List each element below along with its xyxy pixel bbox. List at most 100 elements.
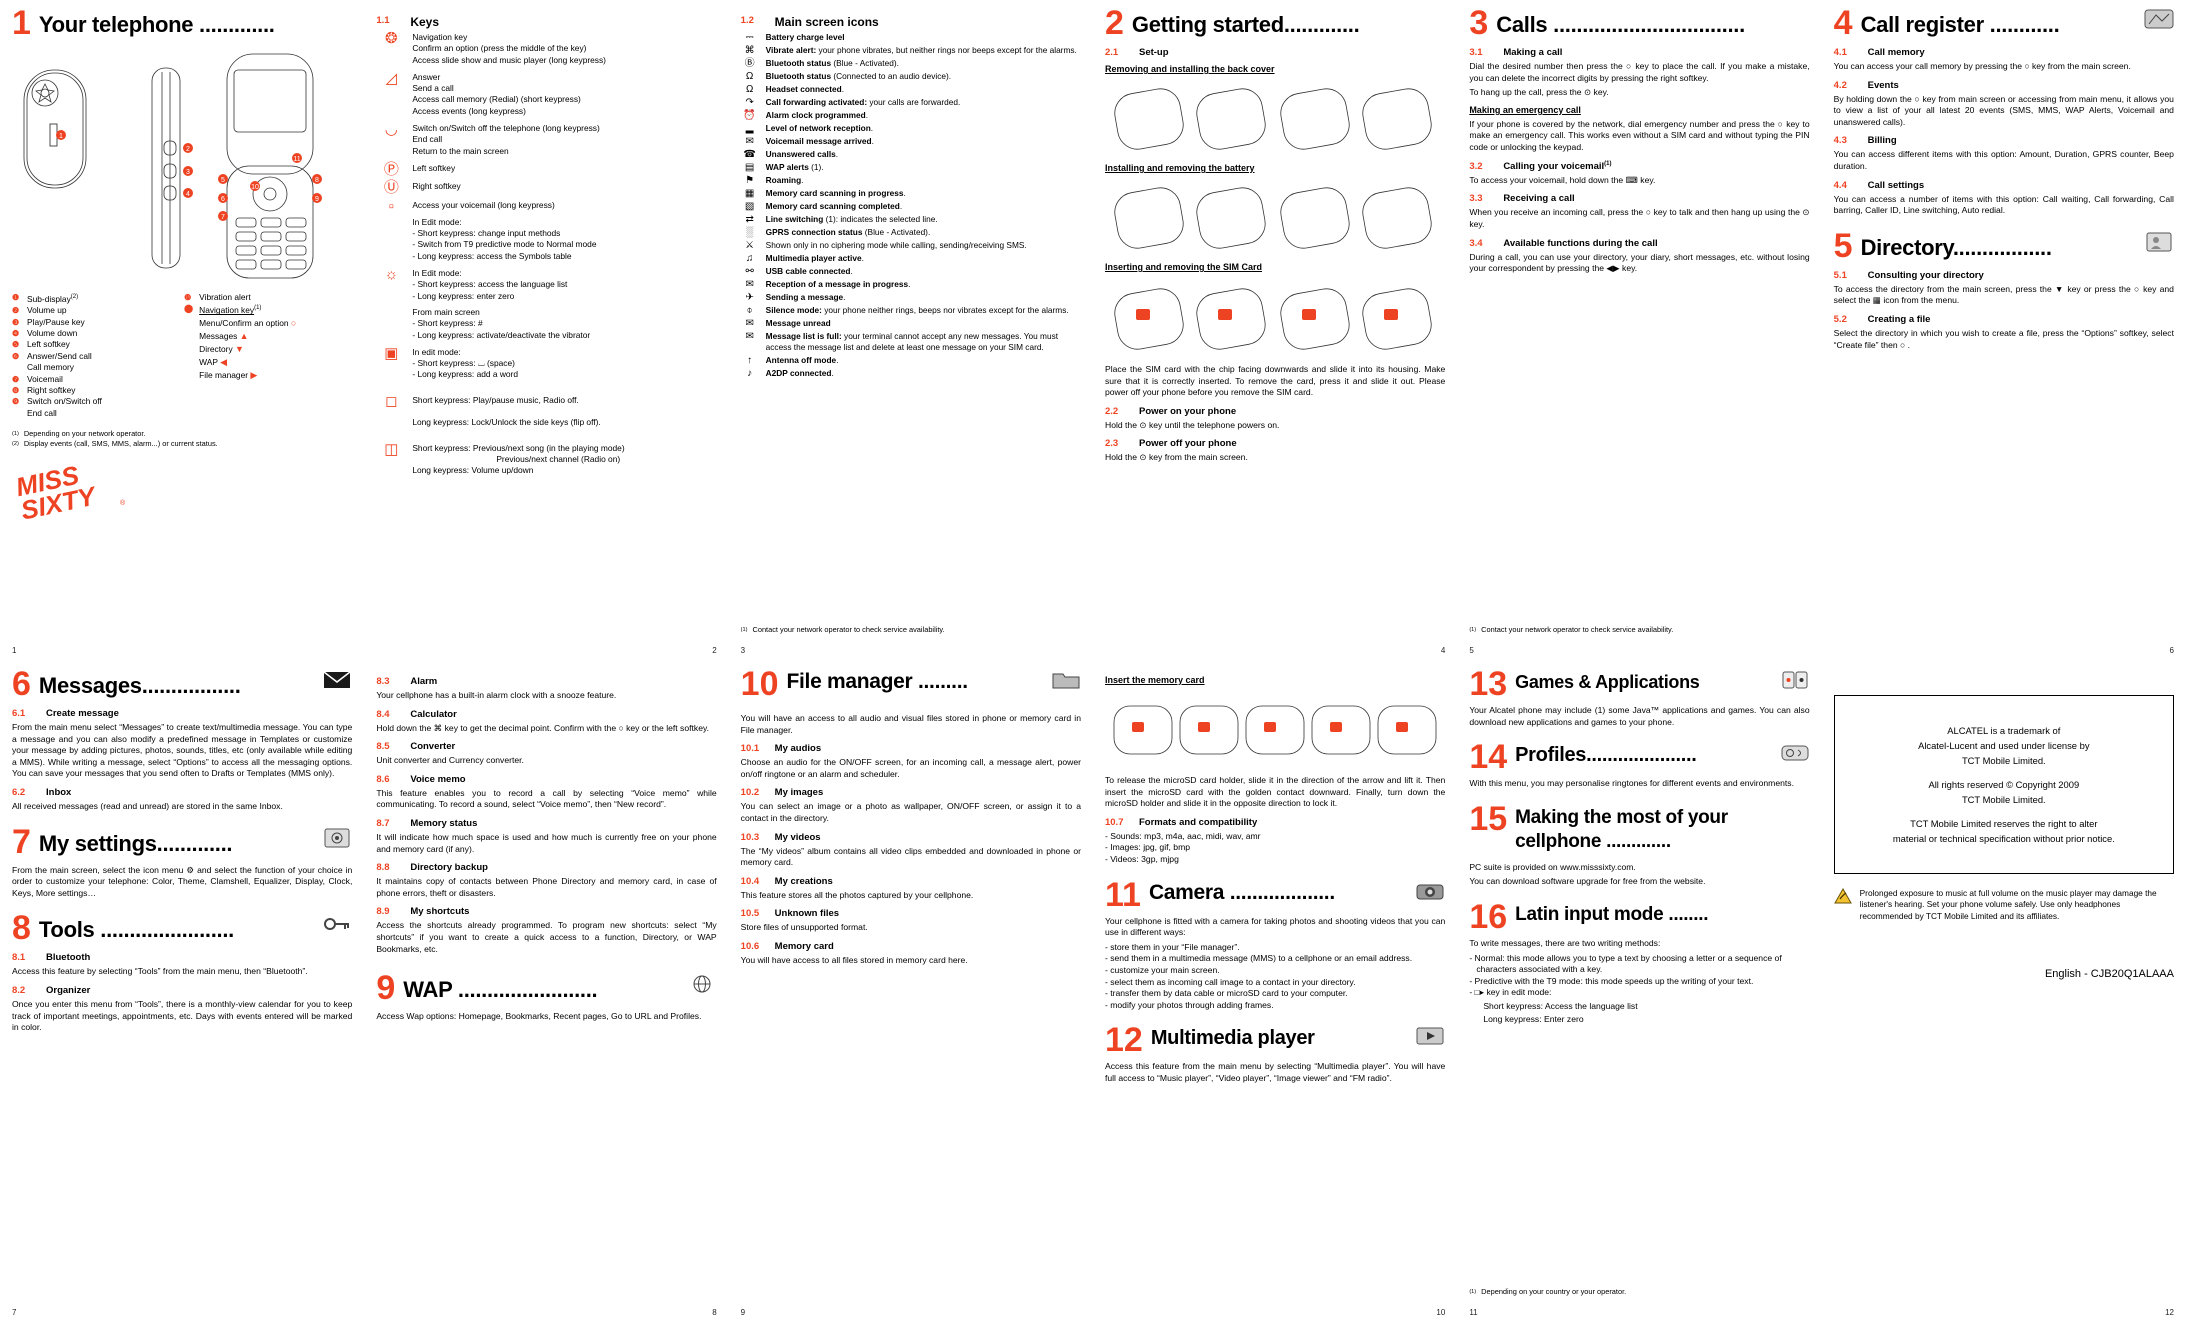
page-number: 3 — [740, 646, 746, 655]
voicemail-key-icon: ▫ — [388, 197, 394, 215]
pc-suite-text-1: PC suite is provided on www.misssixty.co… — [1469, 861, 1636, 872]
sending-message-icon: ✈ — [745, 292, 754, 303]
section-number: 1.1 — [376, 15, 390, 26]
legend-item: ❻ Answer/Send call — [12, 351, 180, 362]
profiles-icon — [1780, 742, 1810, 769]
camera-use-item: - transfer them by data cable or microSD… — [1104, 988, 1348, 999]
subheading-back-cover: Removing and installing the back cover — [1104, 64, 1275, 74]
nav-sub-item: Menu/Confirm an option ○ — [199, 317, 297, 328]
chapter-2-header: 2 Getting started............. — [1104, 4, 1445, 42]
icon-description: Bluetooth status (Connected to an audio … — [765, 71, 952, 81]
legend-item: ❾ Switch on/Switch off — [12, 396, 180, 407]
section-number: 8.6 — [376, 773, 390, 785]
section-10-1-header: 10.1 My audios — [741, 743, 1081, 754]
page-title: WAP ........................ — [403, 977, 598, 1003]
section-title: Calling your voicemail(1) — [1503, 160, 1612, 172]
section-title: Power off your phone — [1138, 438, 1237, 450]
footnote-11: (1) Depending on your country or your ope… — [1469, 1287, 1627, 1296]
page-title: Directory................. — [1860, 234, 2052, 260]
icon-description: Line switching (1): indicates the select… — [765, 214, 938, 224]
silent-mode-icon: ⌽ — [746, 305, 753, 316]
legend-bullet — [12, 408, 22, 419]
legend-label: Answer/Send call — [27, 350, 92, 361]
memory-status-text: It will indicate how much space is used … — [376, 831, 717, 854]
legend-bullet: ❾ — [12, 397, 20, 407]
my-audios-text: Choose an audio for the ON/OFF screen, f… — [740, 757, 1081, 779]
voice-memo-text: This feature enables you to record a cal… — [376, 787, 717, 810]
section-2-3-header: 2.3 Power off your phone — [1105, 438, 1445, 449]
icon-row: ♪ A2DP connected. — [741, 368, 1081, 380]
svg-text:11: 11 — [293, 156, 300, 163]
page-number: 10 — [1436, 1308, 1446, 1317]
legend-label: Left softkey — [27, 339, 70, 350]
hearing-warning: Prolonged exposure to music at full volu… — [1833, 887, 2174, 922]
footnote-5: (1) Contact your network operator to chec… — [1469, 625, 1674, 634]
section-title: Unknown files — [774, 908, 840, 920]
key-row: ◿ Answer Send a call Access call memory (Re… — [376, 71, 716, 117]
call-forward-icon: ↷ — [745, 97, 754, 108]
page-title: Latin input mode ........ — [1515, 903, 1709, 925]
chapter-number: 2 — [1104, 4, 1124, 42]
legend-label: Volume down — [27, 328, 78, 339]
legend-column-right: ❿ Vibration alert ⬤ Navigation key(1) Menu… — [184, 292, 352, 419]
left-softkey-icon: Ⓟ — [383, 160, 399, 178]
legend-bullet: ❶ — [12, 293, 20, 302]
icon-description: Silence mode: your phone neither rings, … — [765, 305, 1069, 315]
my-images-text: You can select an image or a photo as wa… — [740, 801, 1081, 823]
page-8: 8.3 Alarm Your cellphone has a built-in a… — [364, 661, 728, 1323]
tools-icon — [322, 913, 352, 940]
section-title: Bluetooth — [46, 952, 91, 964]
chapter-number: 8 — [12, 909, 31, 948]
section-4-3-header: 4.3 Billing — [1834, 135, 2174, 146]
key-row: ☼ In Edit mode: - Short keypress: access… — [376, 267, 716, 341]
page-number: 6 — [2169, 646, 2174, 655]
vibrate-alert-icon: ⌘ — [744, 45, 755, 56]
navigation-key-icon: ❂ — [385, 30, 398, 47]
file-manager-intro: You will have an access to all audio and… — [740, 713, 1081, 735]
wap-icon — [687, 973, 717, 1000]
icon-description: Memory card scanning in progress. — [765, 188, 906, 198]
section-number: 10.2 — [740, 787, 760, 799]
section-title: Available functions during the call — [1503, 237, 1658, 249]
sim-card-illustration — [1105, 277, 1445, 359]
bluetooth-text: Access this feature by selecting “Tools”… — [12, 966, 308, 977]
main-screen-icons-list: ⎓ Battery charge level ⌘ Vibrate alert: you… — [741, 32, 1081, 379]
legend-bullet: ❷ — [12, 306, 20, 316]
multimedia-player-icon: ♫ — [745, 253, 754, 264]
down-arrow-icon: ▼ — [235, 343, 244, 354]
directory-backup-text: It maintains copy of contacts between Ph… — [376, 876, 717, 898]
reserves-paragraph: TCT Mobile Limited reserves the right to… — [1892, 818, 2115, 844]
format-item: - Sounds: mp3, m4a, aac, midi, wav, amr — [1104, 830, 1261, 841]
key-row: ▣ In edit mode: - Short keypress: ⌴ (spa… — [376, 344, 716, 381]
legend-item: ⬤ Navigation key(1) — [184, 303, 352, 316]
subheading-insert-memory-card: Insert the memory card — [1104, 675, 1205, 685]
page-3: 1.2 Main screen icons ⎓ Battery charge le… — [729, 0, 1093, 661]
icon-description: Reception of a message in progress. — [765, 279, 911, 289]
section-5-1-header: 5.1 Consulting your directory — [1834, 270, 2174, 281]
section-title: My videos — [774, 831, 821, 843]
call-memory-text: You can access your call memory by press… — [1833, 61, 2131, 71]
section-2-2-header: 2.2 Power on your phone — [1105, 406, 1445, 417]
section-10-3-header: 10.3 My videos — [741, 832, 1081, 843]
camera-uses-list: - store them in your “File manager”. - s… — [1105, 942, 1445, 1012]
page-number: 5 — [1469, 646, 1474, 655]
legend-bullet: ❼ — [12, 374, 20, 384]
message-receiving-icon: ✉ — [745, 279, 754, 290]
legend-bullet: ❸ — [12, 317, 20, 327]
legend-item: ❼ Voicemail — [12, 374, 180, 385]
section-number: 10.1 — [740, 743, 760, 755]
main-screen-block: From main screen - Short keypress: # - L… — [412, 306, 591, 340]
page-number: 1 — [12, 646, 17, 655]
page-title: Tools ....................... — [38, 917, 234, 943]
icon-row: ⚔ Shown only in no ciphering mode while c… — [741, 240, 1081, 252]
section-2-1-header: 2.1 Set-up — [1105, 47, 1445, 58]
section-number: 4.1 — [1833, 47, 1847, 58]
phone-views-svg: 1 2 3 4 5 6 7 8 9 11 10 — [23, 53, 322, 279]
keys-table: ❂ Navigation key Confirm an option (press … — [376, 30, 716, 477]
icon-description: Battery charge level — [765, 32, 845, 42]
hash-key-icon: ▣ — [384, 344, 399, 362]
headset-icon: Ω — [745, 84, 754, 95]
section-number: 8.3 — [376, 676, 390, 687]
legend-label: Call memory — [27, 362, 74, 373]
section-title: Billing — [1867, 135, 1897, 147]
